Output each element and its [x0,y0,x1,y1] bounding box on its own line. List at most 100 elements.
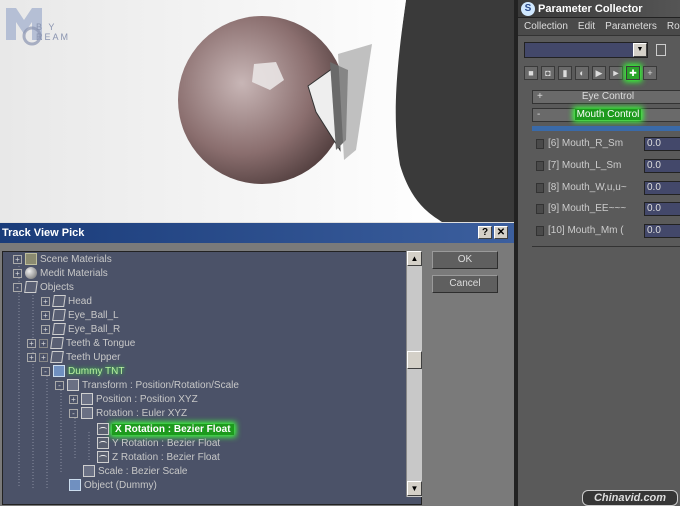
param-checkbox[interactable] [536,183,544,193]
play-icon[interactable]: ▶ [592,66,606,80]
menu-rollouts[interactable]: Roll [667,18,680,35]
tree-item-label: Scene Materials [40,253,112,265]
rollout-toggle[interactable]: - [537,109,540,121]
panel-divider [532,246,680,247]
param-row-mouth-wuu: [8] Mouth_W,u,u~ 0.0 [532,180,680,196]
cube-icon [52,323,66,335]
expand-toggle[interactable]: + [41,296,50,306]
cube-icon [50,351,64,363]
param-value-field[interactable]: 0.0 [644,181,680,195]
collapse-toggle[interactable]: - [13,282,22,292]
tree-item-teeth-tongue[interactable]: + + Teeth & Tongue [27,336,135,350]
param-row-mouth-mm: [10] Mouth_Mm ( 0.0 [532,223,680,239]
param-name: [10] Mouth_Mm ( [548,225,624,236]
tree-item-label: Head [68,295,92,307]
tree-item-label: Eye_Ball_L [68,309,119,321]
expand-toggle[interactable]: + [41,310,50,320]
half-icon[interactable]: ◐ [575,66,589,80]
tree-item-eye-ball-l[interactable]: + Eye_Ball_L [41,308,119,322]
tree-item-rotation[interactable]: - Rotation : Euler XYZ [69,406,187,420]
dialog-title: Track View Pick [2,227,85,239]
tree-item-teeth-upper[interactable]: + + Teeth Upper [27,350,120,364]
collapse-toggle[interactable]: - [41,366,50,376]
param-value-field[interactable]: 0.0 [644,224,680,238]
tree-item-head[interactable]: + Head [41,294,92,308]
tree-item-label: Objects [40,281,74,293]
tree-item-eye-ball-r[interactable]: + Eye_Ball_R [41,322,120,336]
tree-item-transform[interactable]: - Transform : Position/Rotation/Scale [55,378,239,392]
collapse-toggle[interactable]: - [69,408,78,418]
plus-icon[interactable]: + [643,66,657,80]
new-collection-icon[interactable] [656,44,666,56]
rollout-label: Eye Control [581,91,635,102]
tree-item-x-rotation[interactable]: X Rotation : Bezier Float [97,422,234,436]
panel-title-bar[interactable]: S Parameter Collector [518,0,680,18]
param-value-field[interactable]: 0.0 [644,137,680,151]
menu-edit[interactable]: Edit [578,18,595,35]
rollout-toggle[interactable]: + [537,91,543,103]
tree-item-label: Eye_Ball_R [68,323,121,335]
tree-item-dummy-tnt[interactable]: - Dummy TNT [41,364,124,378]
controller-icon [83,465,95,477]
tree-item-y-rotation[interactable]: Y Rotation : Bezier Float [97,436,220,450]
expand-toggle[interactable]: + [27,338,36,348]
expand-toggle[interactable]: + [27,352,36,362]
scroll-thumb[interactable] [407,351,422,369]
ok-button[interactable]: OK [432,251,498,269]
track-tree[interactable]: + Scene Materials + Medit Materials - Ob… [2,251,422,505]
chevron-down-icon[interactable]: ▼ [633,43,647,57]
tree-item-label: Object (Dummy) [84,479,157,491]
dialog-title-bar[interactable]: Track View Pick ? ✕ [0,223,514,243]
tree-scrollbar[interactable]: ▲ ▼ [406,251,422,497]
collapse-toggle[interactable]: - [55,380,64,390]
tree-item-scale[interactable]: Scale : Bezier Scale [83,464,188,478]
tree-item-label: Dummy TNT [68,365,125,377]
panel-title: Parameter Collector [538,3,643,15]
param-checkbox[interactable] [536,204,544,214]
tree-item-label: Rotation : Euler XYZ [96,407,188,419]
tree-item-z-rotation[interactable]: Z Rotation : Bezier Float [97,450,220,464]
tree-item-label: Teeth & Tongue [66,337,136,349]
cube-icon [52,309,66,321]
close-button[interactable]: ✕ [494,226,508,239]
tree-item-scene-materials[interactable]: + Scene Materials [13,252,112,266]
scroll-up-icon[interactable]: ▲ [407,251,422,266]
param-value-field[interactable]: 0.0 [644,159,680,173]
watermark: Chinavid.com [582,490,678,506]
parameter-collector-panel: S Parameter Collector Collection Edit Pa… [514,0,680,506]
tree-item-medit-materials[interactable]: + Medit Materials [13,266,108,280]
scroll-down-icon[interactable]: ▼ [407,481,422,496]
3d-viewport[interactable]: B Y REAM [0,0,514,222]
tree-item-objects[interactable]: - Objects [13,280,74,294]
help-button[interactable]: ? [478,226,492,239]
rollout-mouth-control[interactable]: - Mouth Control [532,108,680,122]
rollout-icon[interactable]: ▮ [558,66,572,80]
rollout-label: Mouth Control [574,109,642,120]
tree-item-object-dummy[interactable]: Object (Dummy) [69,478,157,492]
param-checkbox[interactable] [536,139,544,149]
rollout-eye-control[interactable]: + Eye Control [532,90,680,104]
param-name: [8] Mouth_W,u,u~ [548,182,627,193]
menu-parameters[interactable]: Parameters [605,18,657,35]
tree-item-position[interactable]: + Position : Position XYZ [69,392,198,406]
menu-collection[interactable]: Collection [524,18,568,35]
param-checkbox[interactable] [536,161,544,171]
param-checkbox[interactable] [536,226,544,236]
param-value-field[interactable]: 0.0 [644,202,680,216]
dummy-icon [69,479,81,491]
dummy-icon [53,365,65,377]
expand-toggle[interactable]: + [13,268,22,278]
expand-toggle[interactable]: + [13,254,22,264]
expand-toggle[interactable]: + [41,324,50,334]
expand-toggle[interactable]: + [69,394,78,404]
collector-toolbar: ■ ◘ ▮ ◐ ▶ ► ✚ + [524,66,657,82]
camera-icon[interactable]: ■ [524,66,538,80]
cancel-button[interactable]: Cancel [432,275,498,293]
collection-dropdown[interactable]: ▼ [524,42,648,58]
sub-expand-toggle[interactable]: + [39,352,48,362]
select-icon[interactable]: ◘ [541,66,555,80]
sub-expand-toggle[interactable]: + [39,338,48,348]
tree-item-label: Z Rotation : Bezier Float [112,451,220,463]
arrow-right-icon[interactable]: ► [609,66,623,80]
add-parameter-icon[interactable]: ✚ [626,66,640,80]
